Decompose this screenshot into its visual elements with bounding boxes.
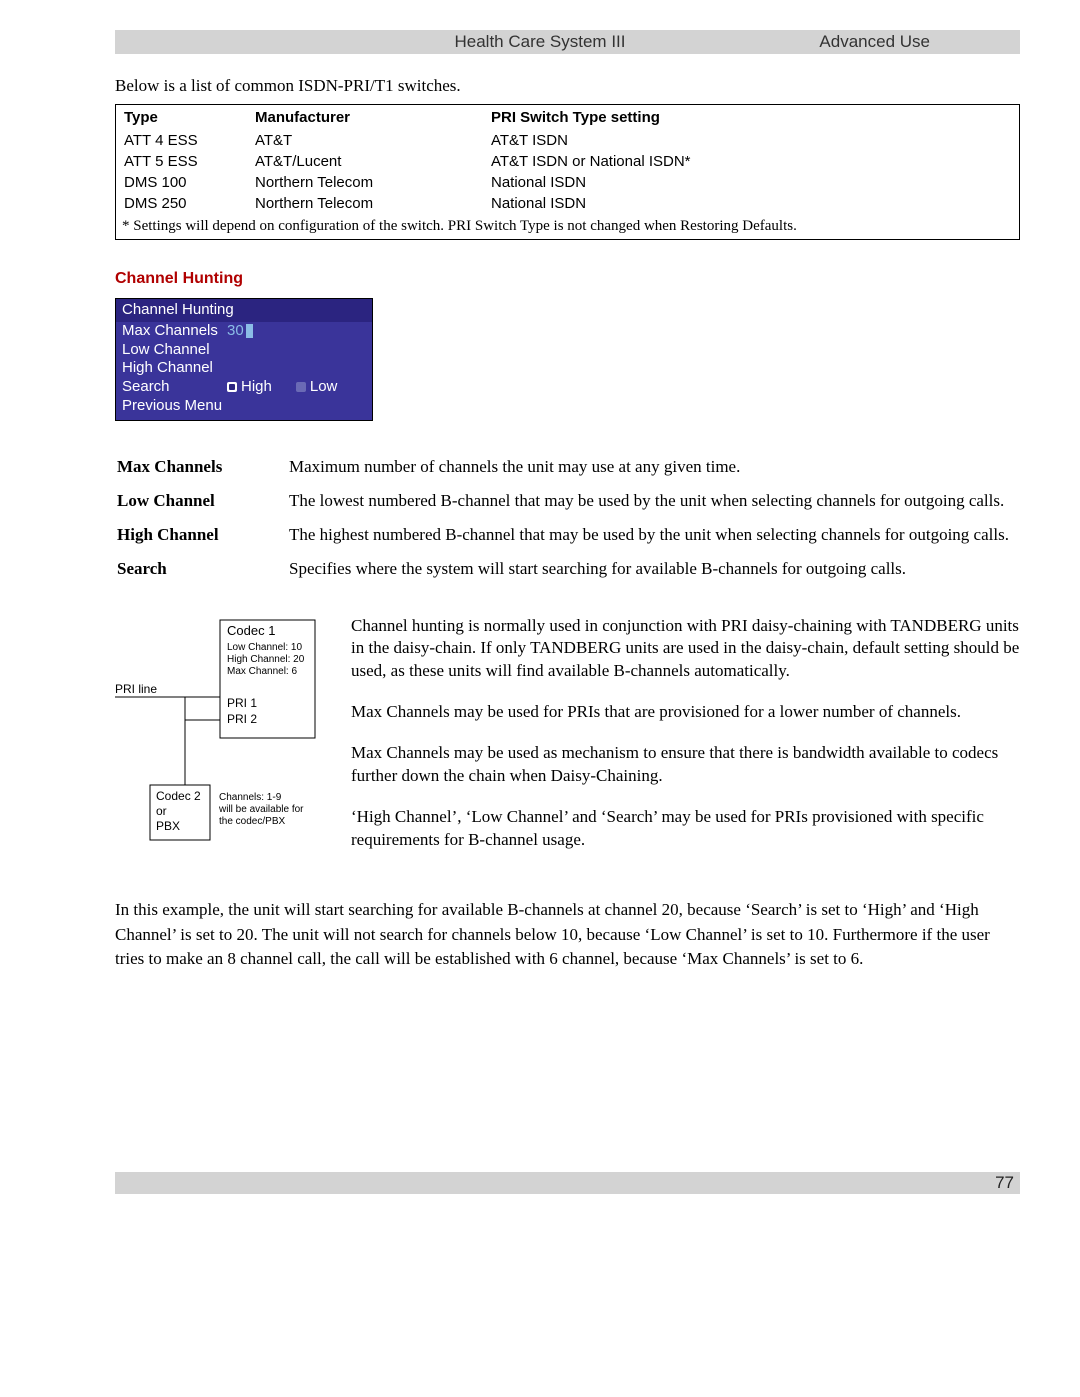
table-row: ATT 4 ESS AT&T AT&T ISDN	[116, 130, 1020, 151]
header-center-title: Health Care System III	[0, 32, 1080, 52]
svg-text:Codec 1: Codec 1	[227, 623, 275, 638]
page-header: Health Care System III Advanced Use	[115, 30, 1020, 54]
definition-row: Search Specifies where the system will s…	[117, 553, 1018, 585]
svg-text:High Channel: 20: High Channel: 20	[227, 654, 305, 665]
diagram-side-text: Channel hunting is normally used in conj…	[351, 615, 1020, 871]
table-row: ATT 5 ESS AT&T/Lucent AT&T ISDN or Natio…	[116, 151, 1020, 172]
table-footnote: * Settings will depend on configuration …	[116, 214, 1020, 240]
svg-text:PRI 2: PRI 2	[227, 712, 257, 726]
section-heading: Channel Hunting	[115, 270, 1020, 288]
svg-text:Codec 2: Codec 2	[156, 789, 201, 803]
osd-max-label: Max Channels	[122, 322, 227, 341]
svg-text:or: or	[156, 804, 167, 818]
side-para: ‘High Channel’, ‘Low Channel’ and ‘Searc…	[351, 806, 1020, 852]
svg-text:PRI 1: PRI 1	[227, 696, 257, 710]
svg-text:Channels: 1-9: Channels: 1-9	[219, 792, 282, 803]
osd-search-label: Search	[122, 378, 227, 397]
table-row: DMS 250 Northern Telecom National ISDN	[116, 193, 1020, 214]
osd-title: Channel Hunting	[116, 299, 372, 322]
definition-row: High Channel The highest numbered B-chan…	[117, 519, 1018, 551]
svg-text:will be available for: will be available for	[218, 804, 304, 815]
osd-high-label: High Channel	[122, 359, 227, 378]
th-mfr: Manufacturer	[247, 105, 483, 131]
th-type: Type	[116, 105, 248, 131]
page-number: 77	[995, 1173, 1020, 1193]
osd-screenshot: Channel Hunting Max Channels 30 Low Chan…	[115, 298, 373, 421]
example-paragraph: In this example, the unit will start sea…	[115, 898, 1020, 972]
table-row: DMS 100 Northern Telecom National ISDN	[116, 172, 1020, 193]
side-para: Max Channels may be used for PRIs that a…	[351, 701, 1020, 724]
osd-max-value: 30	[227, 322, 253, 341]
side-para: Channel hunting is normally used in conj…	[351, 615, 1020, 684]
radio-unselected-icon	[296, 382, 306, 392]
cursor-icon	[246, 324, 253, 338]
definition-row: Max Channels Maximum number of channels …	[117, 451, 1018, 483]
definitions-table: Max Channels Maximum number of channels …	[115, 449, 1020, 587]
page-footer: 77	[115, 1172, 1020, 1194]
svg-text:the codec/PBX: the codec/PBX	[219, 816, 285, 827]
osd-option-high: High	[227, 378, 272, 397]
osd-option-low: Low	[296, 378, 338, 397]
side-para: Max Channels may be used as mechanism to…	[351, 742, 1020, 788]
svg-text:PBX: PBX	[156, 819, 180, 833]
radio-selected-icon	[227, 382, 237, 392]
svg-text:Low Channel: 10: Low Channel: 10	[227, 642, 302, 653]
diag-pri-line: PRI line	[115, 682, 157, 696]
osd-low-label: Low Channel	[122, 341, 227, 360]
pri-daisy-chain-diagram: PRI line Codec 1 Low Channel: 10 High Ch…	[115, 615, 325, 871]
intro-text: Below is a list of common ISDN-PRI/T1 sw…	[115, 76, 1020, 96]
osd-prev-menu: Previous Menu	[122, 397, 227, 416]
th-setting: PRI Switch Type setting	[483, 105, 1020, 131]
switch-table: Type Manufacturer PRI Switch Type settin…	[115, 104, 1020, 240]
definition-row: Low Channel The lowest numbered B-channe…	[117, 485, 1018, 517]
svg-text:Max Channel: 6: Max Channel: 6	[227, 666, 297, 677]
